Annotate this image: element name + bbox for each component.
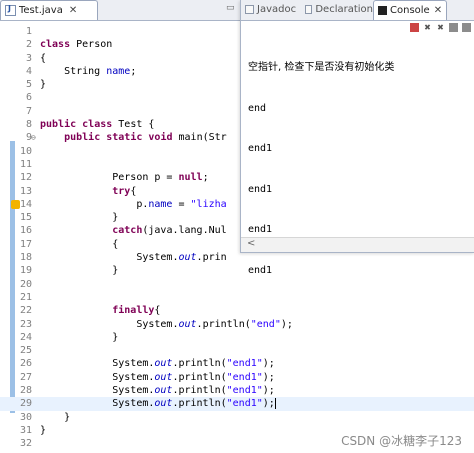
code-text: } [40, 212, 119, 224]
code-line: 23 System.out.println("end"); [0, 318, 474, 331]
line-number: 22 [19, 305, 32, 317]
watermark: CSDN @冰糖李子123 [341, 434, 462, 448]
tab-label: Declaration [315, 4, 373, 15]
code-line: 24 } [0, 331, 474, 344]
code-text: } [40, 331, 119, 343]
tab-console[interactable]: Console ✕ [373, 0, 447, 20]
fold-icon[interactable]: ⊖ [31, 131, 36, 144]
console-line: end1 [248, 183, 273, 195]
line-number: 26 [19, 358, 32, 370]
line-number: 1 [25, 26, 32, 37]
console-line: 空指针, 检查下是否没有初始化类 [248, 62, 395, 73]
console-line: end1 [248, 143, 273, 154]
tab-label: Javadoc [257, 4, 297, 15]
code-line: 28 System.out.println("end1"); [0, 384, 474, 397]
tab-declaration[interactable]: Declaration [301, 0, 373, 19]
code-text: try{ [112, 185, 137, 197]
code-text: String name; [40, 65, 137, 77]
code-line: 22 finally{ [0, 304, 474, 317]
tab-label: Console [390, 5, 430, 16]
console-view: Javadoc Declaration Console ✕ ✖ ✖ 空指针, 检… [240, 0, 474, 276]
line-number: 18 [19, 252, 32, 264]
line-number: 21 [19, 291, 32, 303]
line-number: 13 [19, 185, 32, 197]
tab-title: Test.java [19, 5, 63, 16]
declaration-icon [305, 5, 313, 14]
line-number: 4 [25, 65, 32, 77]
console-line: end1 [248, 264, 273, 276]
code-text: } [40, 424, 47, 436]
warning-icon [11, 199, 20, 209]
horizontal-scrollbar[interactable]: < [241, 237, 474, 252]
java-file-icon [5, 4, 16, 16]
console-output: 空指针, 检查下是否没有初始化类 end end1 end1 end1 end1 [248, 34, 470, 304]
code-line: 29 System.out.println("end1"); [0, 397, 474, 411]
code-text: catch(java.lang.Nul [112, 225, 227, 237]
tab-test-java[interactable]: Test.java ✕ [0, 0, 98, 20]
line-number: 29 [19, 398, 32, 410]
line-number: 32 [19, 438, 32, 450]
line-number: 24 [19, 331, 32, 343]
line-number: 19 [19, 265, 32, 277]
scroll-left-icon[interactable]: < [247, 238, 255, 249]
remove-all-icon[interactable]: ✖ [436, 23, 445, 32]
code-line: 27 System.out.println("end1"); [0, 371, 474, 384]
line-number: 10 [19, 145, 32, 157]
close-icon[interactable]: ✕ [434, 5, 442, 16]
code-text: public class Test { [40, 119, 155, 131]
line-number: 20 [19, 278, 32, 290]
remove-launch-icon[interactable]: ✖ [423, 23, 432, 32]
line-number: 6 [25, 92, 32, 104]
view-tab-bar: Javadoc Declaration Console ✕ [241, 0, 474, 21]
code-text: System.out.prin [40, 252, 227, 264]
line-number: 28 [19, 385, 32, 397]
code-line: 25 [0, 344, 474, 357]
line-number: 15 [19, 212, 32, 224]
console-line: end1 [248, 224, 273, 235]
code-text: Person p = null; [40, 172, 209, 184]
code-line: 26 System.out.println("end1"); [0, 357, 474, 370]
line-number: 5 [25, 79, 32, 91]
code-text: System.out.println("end1"); [40, 397, 276, 410]
code-text: } [40, 265, 119, 277]
code-text: System.out.println("end1"); [40, 385, 275, 397]
code-text: System.out.println("end1"); [40, 371, 275, 383]
console-icon [378, 6, 387, 15]
line-number: 11 [19, 158, 32, 170]
code-text: System.out.println("end1"); [40, 358, 275, 370]
line-number: 30 [19, 411, 32, 423]
line-number: 3 [25, 52, 32, 64]
code-text: } [40, 411, 71, 423]
code-text: System.out.println("end"); [40, 318, 293, 330]
code-text: { [40, 52, 47, 64]
line-number: 2 [25, 39, 32, 51]
line-number: 16 [19, 225, 32, 237]
terminate-icon[interactable] [410, 22, 419, 32]
line-number: 12 [19, 172, 32, 184]
line-number: 25 [19, 345, 32, 357]
line-number: 31 [19, 424, 32, 436]
line-number: 23 [19, 318, 32, 330]
line-number: 17 [19, 238, 32, 250]
code-text: public static void main(Str [64, 132, 227, 144]
editor-tab-bar: Test.java ✕ ▭ [0, 0, 240, 21]
clear-console-icon[interactable] [449, 22, 458, 32]
scroll-lock-icon[interactable] [462, 22, 471, 32]
code-text: { [40, 238, 119, 250]
code-text: p.name = "lizha [40, 198, 227, 210]
code-text: } [40, 79, 47, 91]
restore-icon[interactable]: ▭ [226, 3, 235, 13]
code-text: class Person [40, 39, 113, 51]
line-number: 9 [25, 132, 32, 144]
tab-javadoc[interactable]: Javadoc [241, 0, 301, 19]
line-number: 27 [19, 371, 32, 383]
javadoc-icon [245, 5, 254, 14]
line-number: 7 [25, 105, 32, 117]
console-toolbar: ✖ ✖ [241, 20, 474, 34]
code-line: 30 } [0, 411, 474, 424]
console-line: end [248, 102, 267, 114]
close-icon[interactable]: ✕ [69, 5, 77, 16]
code-text: finally{ [112, 305, 161, 317]
line-number: 8 [25, 119, 32, 131]
